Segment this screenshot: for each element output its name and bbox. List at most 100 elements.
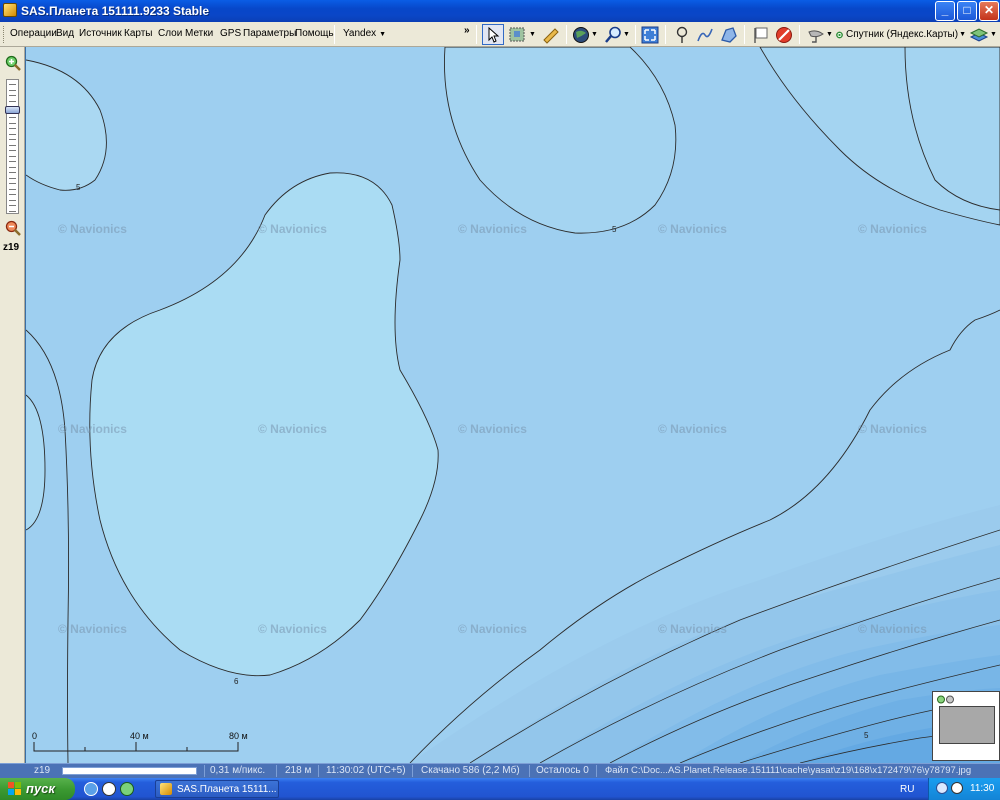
cursor-tool-button[interactable] xyxy=(482,24,504,45)
watermark: © Navionics xyxy=(658,222,727,236)
zoom-slider-tick xyxy=(9,100,16,102)
zoom-slider-tick xyxy=(9,210,16,212)
app-icon xyxy=(160,783,172,795)
watermark: © Navionics xyxy=(458,622,527,636)
system-tray: 11:30 xyxy=(928,778,1000,800)
menu-toolbar: Операции Вид Источник Карты Слои Метки G… xyxy=(0,22,1000,47)
minimap-viewport[interactable] xyxy=(939,706,995,744)
map-source-icon xyxy=(836,31,843,38)
polygon-icon xyxy=(721,26,737,43)
chevron-down-icon: ▼ xyxy=(377,31,387,38)
watermark: © Navionics xyxy=(258,222,327,236)
menu-layers[interactable]: Слои xyxy=(158,28,182,39)
path-button[interactable] xyxy=(694,24,716,45)
label-button[interactable] xyxy=(750,24,772,45)
scale-label: 80 м xyxy=(229,731,248,741)
source-dropdown[interactable]: Yandex ▼ xyxy=(343,28,386,39)
search-icon xyxy=(605,26,621,43)
separator xyxy=(596,765,597,777)
ruler-icon xyxy=(543,27,559,44)
zoom-slider-tick xyxy=(9,122,16,124)
menu-marks[interactable]: Метки xyxy=(185,28,213,39)
contour-label: 5 xyxy=(864,731,869,740)
menu-maps[interactable]: Карты xyxy=(124,28,153,39)
polygon-button[interactable] xyxy=(718,24,740,45)
minimap-zoom-icons[interactable] xyxy=(937,695,957,704)
start-button[interactable]: пуск xyxy=(0,778,75,800)
menu-gps[interactable]: GPS xyxy=(220,28,241,39)
no-entry-button[interactable] xyxy=(773,24,795,45)
chevron-down-icon: ▼ xyxy=(990,31,997,38)
depth-contours: 5 5 6 5 xyxy=(26,47,1000,763)
menu-source[interactable]: Источник xyxy=(79,28,122,39)
zoom-slider-tick xyxy=(9,205,16,206)
menu-operations[interactable]: Операции xyxy=(10,28,57,39)
cursor-icon xyxy=(488,26,500,43)
watermark: © Navionics xyxy=(658,422,727,436)
zoom-slider-tick xyxy=(9,172,16,173)
map-type-dropdown[interactable]: Спутник (Яндекс.Карты) ▼ xyxy=(836,24,966,45)
separator xyxy=(529,765,530,777)
search-button[interactable]: ▼ xyxy=(602,24,632,45)
watermark: © Navionics xyxy=(458,222,527,236)
separator xyxy=(476,25,477,44)
map-view[interactable]: 5 5 6 5 © Navionics © Navionics © Navion… xyxy=(26,47,1000,763)
network-icon[interactable] xyxy=(936,782,948,794)
ruler-button[interactable] xyxy=(540,24,562,45)
zoom-out-icon[interactable] xyxy=(5,220,21,236)
maximize-button[interactable]: □ xyxy=(957,1,977,21)
menu-view[interactable]: Вид xyxy=(56,28,74,39)
watermark: © Navionics xyxy=(58,222,127,236)
zoom-slider-tick xyxy=(9,117,16,118)
ie-icon[interactable] xyxy=(84,782,98,796)
zoom-slider-tick xyxy=(9,199,16,201)
toolbar-grip[interactable] xyxy=(3,26,6,43)
scale-label: 40 м xyxy=(130,731,149,741)
globe-button[interactable]: ▼ xyxy=(570,24,600,45)
status-remaining: Осталось 0 xyxy=(536,765,589,776)
title-bar[interactable]: SAS.Планета 151111.9233 Stable _ □ ✕ xyxy=(0,0,1000,22)
separator xyxy=(204,765,205,777)
zoom-panel: z19 xyxy=(0,47,25,767)
select-area-button[interactable]: ▼ xyxy=(506,24,538,45)
chevron-down-icon: ▼ xyxy=(623,31,630,38)
start-button-label: пуск xyxy=(26,781,55,796)
menu-help[interactable]: Помощь xyxy=(295,28,334,39)
menu-settings[interactable]: Параметры xyxy=(243,28,296,39)
watermark: © Navionics xyxy=(858,222,927,236)
toolbar-overflow-button[interactable]: » xyxy=(464,25,470,36)
tray-app-icon[interactable] xyxy=(951,782,963,794)
globe-icon xyxy=(573,26,590,43)
placemark-button[interactable] xyxy=(671,24,693,45)
map-type-label: Спутник (Яндекс.Карты) xyxy=(846,29,959,40)
satellite-dish-button[interactable]: ▼ xyxy=(805,24,835,45)
placemark-icon xyxy=(676,26,688,43)
source-dropdown-label: Yandex xyxy=(343,28,377,39)
fullscreen-button[interactable] xyxy=(639,24,661,45)
separator xyxy=(334,25,335,44)
minimap[interactable] xyxy=(932,691,1000,761)
watermark: © Navionics xyxy=(58,422,127,436)
clock: 11:30 xyxy=(970,783,995,794)
zoom-slider[interactable] xyxy=(5,79,20,214)
zoom-in-icon[interactable] xyxy=(5,55,21,71)
zoom-slider-tick xyxy=(9,95,16,96)
layers-button[interactable]: ▼ xyxy=(968,24,998,45)
minimize-button[interactable]: _ xyxy=(935,1,955,21)
language-indicator[interactable]: RU xyxy=(900,784,914,795)
app-icon xyxy=(3,3,17,17)
close-button[interactable]: ✕ xyxy=(979,1,999,21)
zoom-slider-tick xyxy=(9,166,16,168)
zoom-slider-tick xyxy=(9,194,16,195)
media-player-icon[interactable] xyxy=(120,782,134,796)
taskbar-item-sas-planet[interactable]: SAS.Планета 15111... xyxy=(155,780,279,798)
zoom-slider-thumb[interactable] xyxy=(5,106,20,114)
separator xyxy=(635,25,636,44)
status-resolution: 0,31 м/пикс. xyxy=(210,765,266,776)
watermark: © Navionics xyxy=(658,622,727,636)
chevron-down-icon: ▼ xyxy=(591,31,598,38)
messenger-icon[interactable] xyxy=(102,782,116,796)
contour-label: 5 xyxy=(76,183,81,192)
watermark: © Navionics xyxy=(458,422,527,436)
separator xyxy=(566,25,567,44)
